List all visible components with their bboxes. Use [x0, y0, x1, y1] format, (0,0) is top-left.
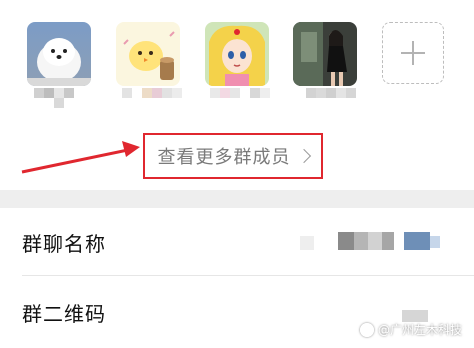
group-name-row[interactable]: 群聊名称 [0, 208, 474, 276]
watermark-text: @广州左木科技 [377, 323, 462, 337]
annotation-arrow-head [122, 141, 140, 157]
group-members-section: 查看更多群成员 [0, 0, 474, 190]
watermark-logo-icon [359, 322, 374, 337]
group-qr-code-label: 群二维码 [22, 302, 106, 326]
annotation-arrow [21, 141, 140, 174]
section-divider [0, 190, 474, 208]
annotation-arrow-shaft [21, 148, 129, 174]
group-name-value-mosaic [300, 232, 440, 254]
watermark: @广州左木科技 [359, 321, 462, 338]
group-name-label: 群聊名称 [22, 232, 106, 256]
